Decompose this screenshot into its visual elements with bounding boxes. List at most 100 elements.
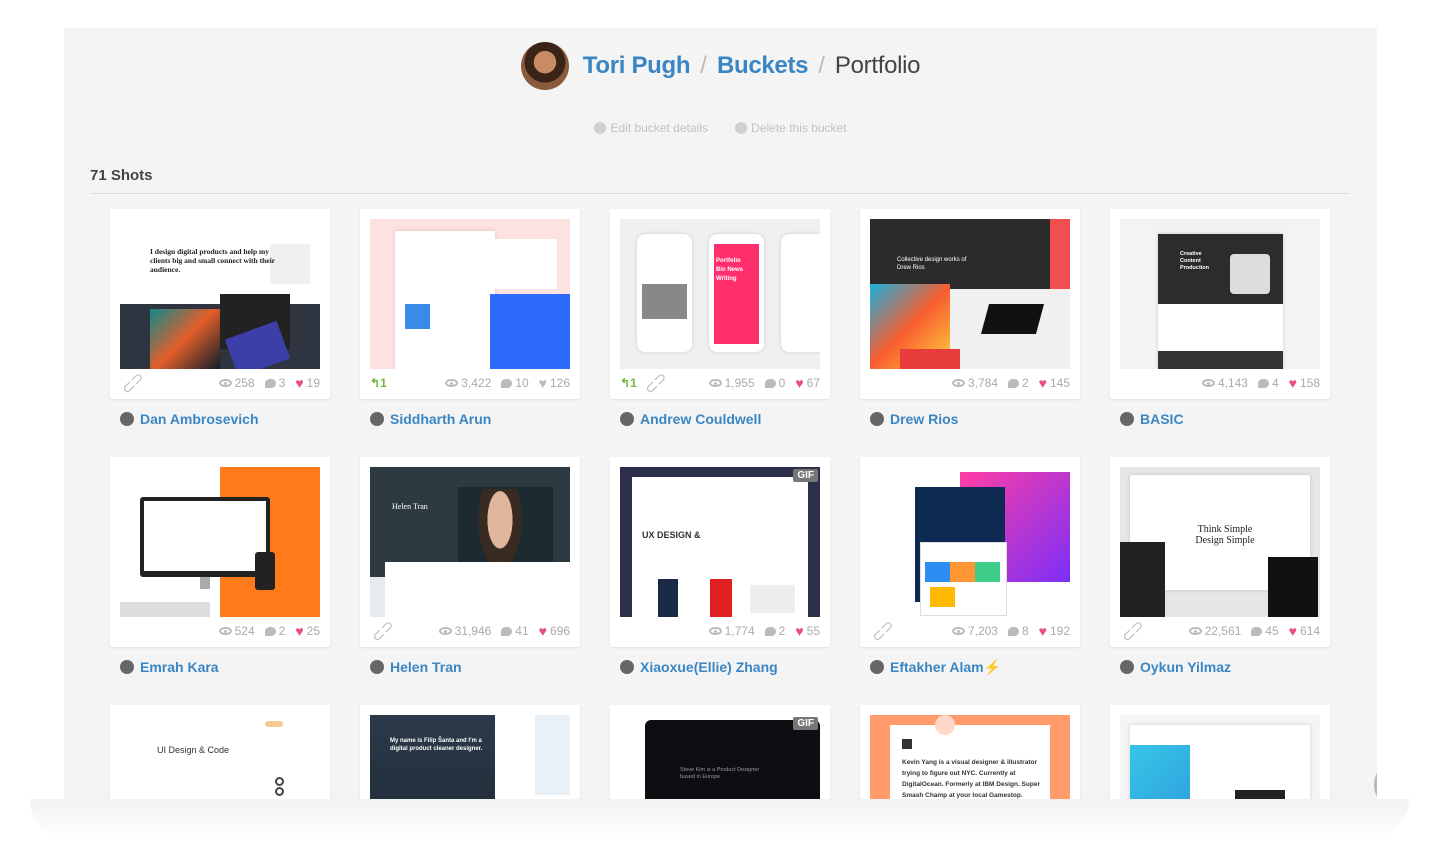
shot-thumbnail[interactable] [120, 467, 320, 617]
shot-card[interactable]: Kevin Yang is a visual designer & illust… [860, 705, 1080, 799]
shot-thumbnail[interactable]: UX DESIGN & GIF [620, 467, 820, 617]
shot-card[interactable]: Portfolio Bio News Writing ↰1 ⊂⊃ 1,955 0 ♥ 67 [610, 209, 830, 399]
shot-thumbnail[interactable]: Collective design works of Drew Rios [870, 219, 1070, 369]
bucket-actions: Edit bucket details Delete this bucket [64, 121, 1377, 135]
views-count: 7,203 [951, 624, 998, 638]
player-avatar[interactable] [120, 660, 134, 674]
comments-count[interactable]: 2 [1007, 376, 1029, 390]
player-avatar[interactable] [870, 660, 884, 674]
player-avatar[interactable] [620, 412, 634, 426]
attachment-icon[interactable]: ⊂⊃ [367, 616, 398, 646]
comments-count[interactable]: 41 [501, 624, 529, 638]
attachment-icon[interactable]: ⊂⊃ [1117, 616, 1148, 646]
comments-count[interactable]: 10 [501, 376, 529, 390]
user-avatar[interactable] [520, 42, 569, 90]
player-name[interactable]: Andrew Couldwell [640, 411, 761, 427]
shot-thumbnail[interactable]: Steve Kim is a Product Designer based in… [620, 715, 820, 799]
likes-count[interactable]: ♥ 55 [795, 624, 820, 638]
shot-player[interactable]: Andrew Couldwell [620, 409, 860, 429]
breadcrumb-buckets[interactable]: Buckets [717, 52, 809, 80]
shot-card[interactable]: ⊂⊃ 7,203 8 ♥ 192 [860, 457, 1080, 647]
heart-icon: ♥ [795, 375, 804, 391]
comments-count[interactable]: 45 [1251, 624, 1279, 638]
shot-player[interactable]: Dan Ambrosevich [120, 409, 360, 429]
shot-card[interactable]: UI Design & Code [110, 705, 330, 799]
player-name[interactable]: Siddharth Arun [390, 411, 491, 427]
shot-player[interactable]: Emrah Kara [120, 657, 360, 677]
shot-card[interactable] [1110, 705, 1330, 799]
shot-card[interactable]: Collective design works of Drew Rios 3,78… [860, 209, 1080, 399]
shot-player[interactable]: Helen Tran [370, 657, 610, 677]
likes-count[interactable]: ♥ 614 [1289, 624, 1320, 638]
shot-thumbnail[interactable]: I design digital products and help my cl… [120, 219, 320, 369]
comments-count[interactable]: 0 [764, 376, 785, 390]
player-name[interactable]: Oykun Yilmaz [1140, 659, 1231, 675]
comments-count[interactable]: 3 [264, 376, 285, 390]
shot-thumbnail[interactable]: Creative Content Production [1120, 219, 1320, 369]
comments-count[interactable]: 2 [264, 624, 285, 638]
shot-thumbnail[interactable] [1120, 715, 1320, 799]
shot-thumbnail[interactable] [870, 467, 1070, 617]
shot-card[interactable]: Creative Content Production 4,143 4 ♥ 158 [1110, 209, 1330, 399]
eye-icon [1201, 379, 1215, 387]
shot-card[interactable]: Steve Kim is a Product Designer based in… [610, 705, 830, 799]
breadcrumb-user[interactable]: Tori Pugh [583, 52, 691, 80]
comments-count[interactable]: 4 [1257, 376, 1279, 390]
shot-player[interactable]: Eftakher Alam⚡ [870, 657, 1110, 677]
likes-count[interactable]: ♥ 192 [1039, 624, 1070, 638]
shot-card[interactable]: Think Simple Design Simple ⊂⊃ 22,561 45 ♥ 614 [1110, 457, 1330, 647]
attachment-icon[interactable]: ⊂⊃ [117, 368, 148, 398]
shot-thumbnail[interactable]: Helen Tran [370, 467, 570, 617]
player-name[interactable]: Eftakher Alam⚡ [890, 659, 1001, 676]
likes-count[interactable]: ♥ 25 [295, 624, 320, 638]
player-name[interactable]: Dan Ambrosevich [140, 411, 259, 427]
shot-stats: 524 2 ♥ 25 [120, 623, 320, 639]
player-avatar[interactable] [620, 660, 634, 674]
shot-thumbnail[interactable]: UI Design & Code [120, 715, 320, 799]
comments-count[interactable]: 2 [764, 624, 785, 638]
edit-bucket-link[interactable]: Edit bucket details [594, 121, 708, 135]
attachment-icon[interactable]: ⊂⊃ [867, 616, 898, 646]
player-name[interactable]: Emrah Kara [140, 659, 219, 675]
likes-count[interactable]: ♥ 158 [1289, 376, 1320, 390]
back-to-top-button[interactable]: ⤒ [1374, 760, 1377, 799]
player-name[interactable]: BASIC [1140, 411, 1184, 427]
shot-thumbnail[interactable]: Portfolio Bio News Writing [620, 219, 820, 369]
shot-player[interactable]: Oykun Yilmaz [1120, 657, 1360, 677]
views-value: 7,203 [967, 624, 998, 638]
shot-card[interactable]: 524 2 ♥ 25 [110, 457, 330, 647]
player-avatar[interactable] [1120, 412, 1134, 426]
likes-count[interactable]: ♥ 67 [795, 376, 820, 390]
rebound-count[interactable]: ↰1 [370, 376, 387, 390]
likes-count[interactable]: ♥ 126 [539, 376, 570, 390]
shot-card[interactable]: ↰1 3,422 10 ♥ 126 [360, 209, 580, 399]
shot-card[interactable]: UX DESIGN & GIF 1,774 2 ♥ 55 [610, 457, 830, 647]
player-name[interactable]: Xiaoxue(Ellie) Zhang [640, 659, 778, 675]
shot-thumbnail[interactable]: Think Simple Design Simple [1120, 467, 1320, 617]
shot-card[interactable]: I design digital products and help my cl… [110, 209, 330, 399]
shot-thumbnail[interactable]: My name is Filip Šanta and I'm a digital… [370, 715, 570, 799]
player-avatar[interactable] [870, 412, 884, 426]
shot-thumbnail[interactable] [370, 219, 570, 369]
player-avatar[interactable] [1120, 660, 1134, 674]
delete-bucket-link[interactable]: Delete this bucket [735, 121, 847, 135]
shot-thumbnail[interactable]: Kevin Yang is a visual designer & illust… [870, 715, 1070, 799]
shot-card[interactable]: My name is Filip Šanta and I'm a digital… [360, 705, 580, 799]
shot-player[interactable]: Xiaoxue(Ellie) Zhang [620, 657, 860, 677]
player-avatar[interactable] [370, 412, 384, 426]
attachment-icon[interactable]: ⊂⊃ [640, 368, 671, 398]
player-name[interactable]: Drew Rios [890, 411, 958, 427]
shot-card[interactable]: Helen Tran ⊂⊃ 31,946 41 ♥ 696 [360, 457, 580, 647]
rebound-count[interactable]: ↰1 [620, 376, 637, 390]
likes-count[interactable]: ♥ 19 [295, 376, 320, 390]
player-name[interactable]: Helen Tran [390, 659, 462, 675]
likes-count[interactable]: ♥ 145 [1039, 376, 1070, 390]
likes-count[interactable]: ♥ 696 [539, 624, 570, 638]
shot-player[interactable]: Drew Rios [870, 409, 1110, 429]
player-avatar[interactable] [370, 660, 384, 674]
shot-player[interactable]: Siddharth Arun [370, 409, 610, 429]
eye-icon [951, 627, 965, 635]
comments-count[interactable]: 8 [1007, 624, 1029, 638]
shot-player[interactable]: BASIC [1120, 409, 1360, 429]
player-avatar[interactable] [120, 412, 134, 426]
